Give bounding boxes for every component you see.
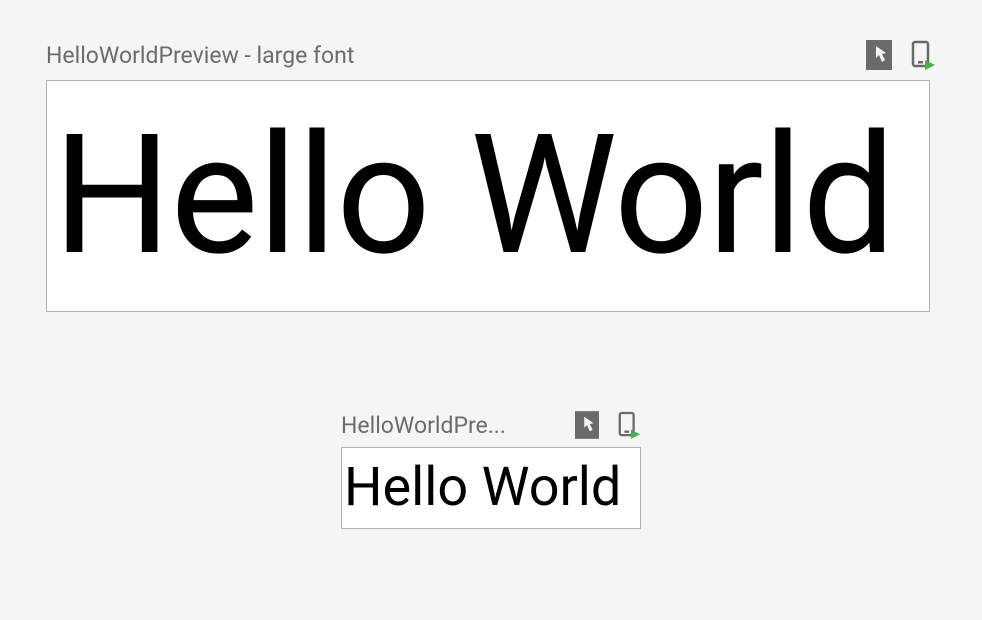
preview-default: HelloWorldPre... Hello Wo: [341, 410, 641, 529]
preview-canvas-small: Hello World: [341, 447, 641, 529]
preview-canvas-large: Hello World: [46, 80, 930, 312]
interactive-mode-icon[interactable]: [575, 411, 599, 439]
preview-actions: [866, 40, 936, 70]
preview-text: Hello World: [53, 113, 895, 279]
interactive-mode-icon[interactable]: [866, 40, 892, 70]
preview-large-font: HelloWorldPreview - large font Hello Wor…: [46, 40, 936, 312]
preview-header: HelloWorldPreview - large font: [46, 40, 936, 70]
preview-title: HelloWorldPre...: [341, 412, 506, 439]
preview-text: Hello World: [344, 461, 621, 515]
preview-actions: [575, 411, 641, 439]
deploy-preview-icon[interactable]: [617, 411, 641, 439]
preview-small-wrapper: HelloWorldPre... Hello Wo: [46, 410, 936, 529]
deploy-preview-icon[interactable]: [910, 40, 936, 70]
preview-header: HelloWorldPre...: [341, 410, 641, 440]
preview-title: HelloWorldPreview - large font: [46, 42, 354, 69]
